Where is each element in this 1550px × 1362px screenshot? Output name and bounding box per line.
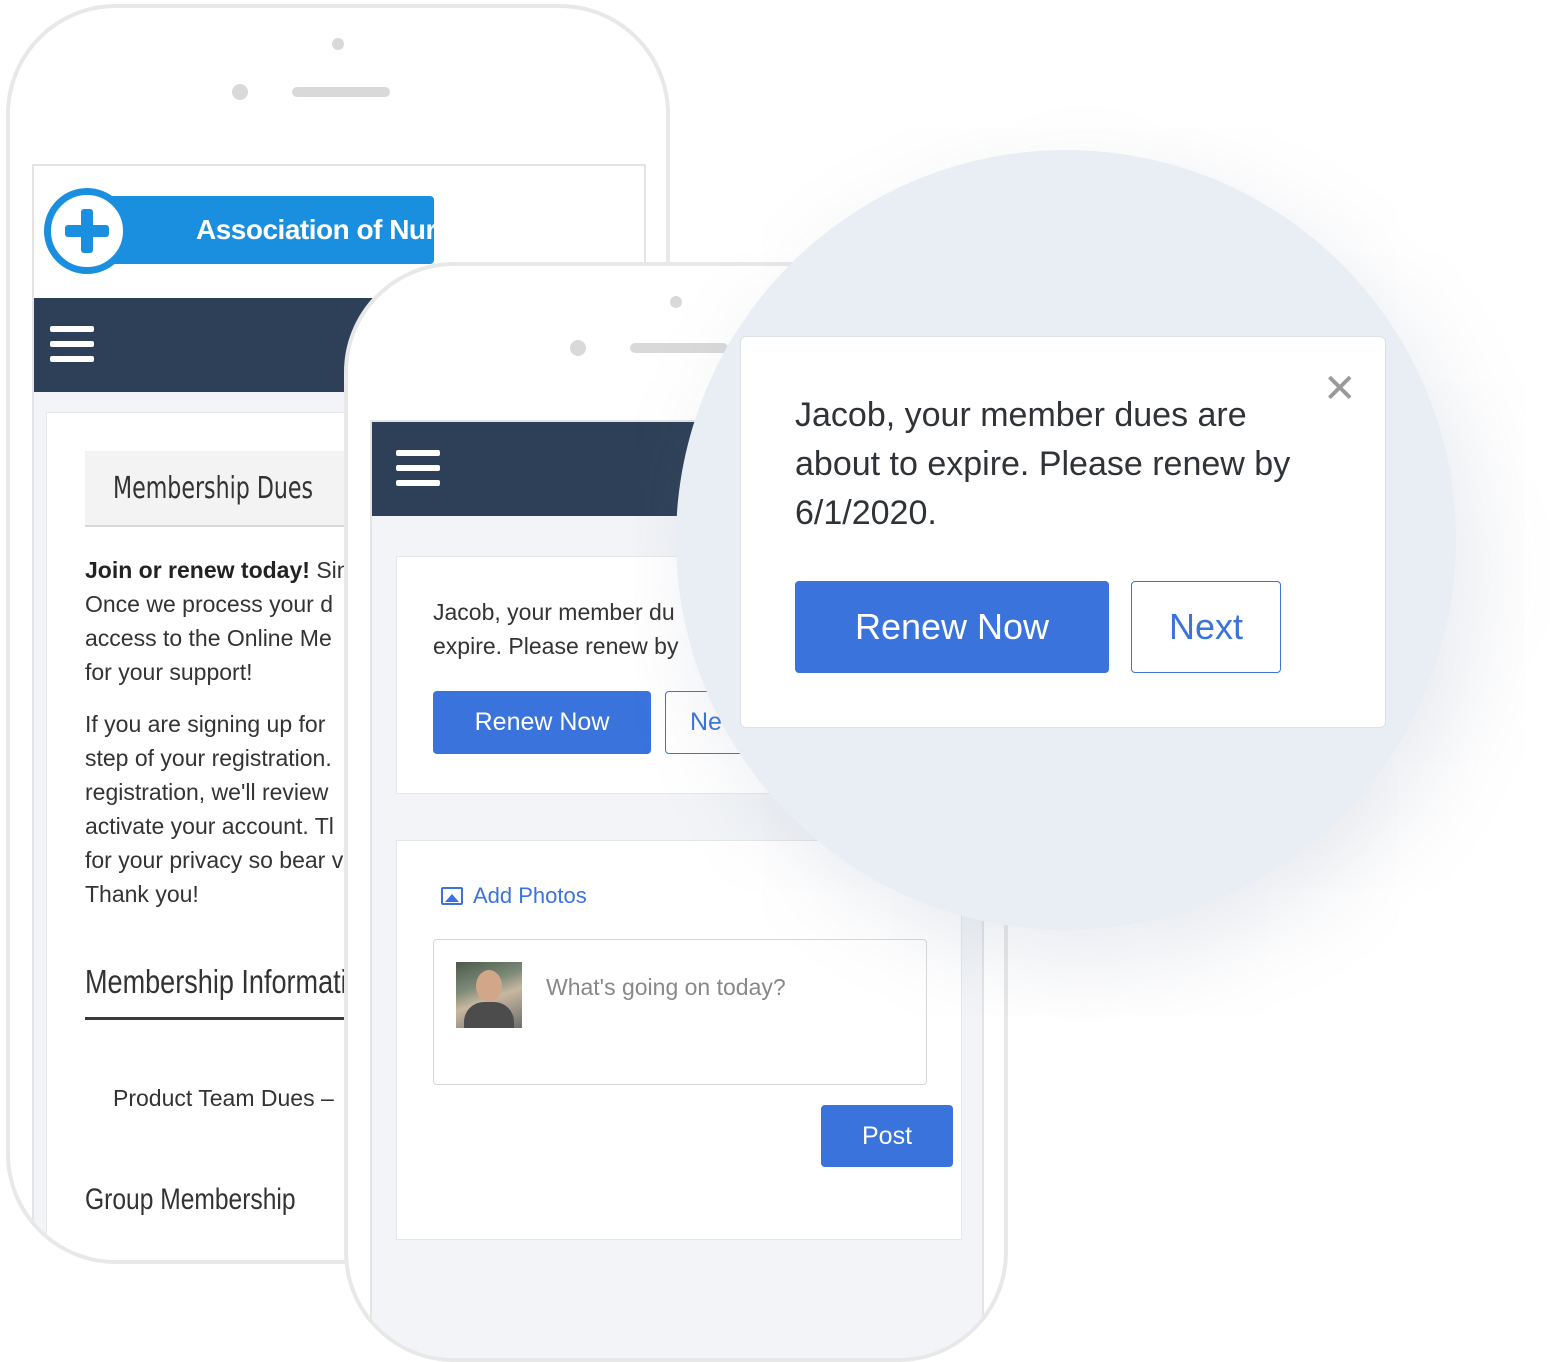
message-line: Jacob, your member du <box>433 599 675 625</box>
logo[interactable]: Association of Nurses <box>88 196 482 264</box>
heading-rule <box>85 1017 375 1020</box>
dues-reminder-popup: Jacob, your member dues are about to exp… <box>740 336 1386 728</box>
intro-line: access to the Online Me <box>85 625 332 651</box>
speaker-bar <box>292 87 390 97</box>
message-line: expire. Please renew by <box>433 633 679 659</box>
speaker-bar <box>630 343 728 353</box>
registration-paragraph: If you are signing up for step of your r… <box>85 707 343 911</box>
para-line: registration, we'll review <box>85 779 329 805</box>
logo-text: Association of Nurses <box>196 214 482 245</box>
group-membership-heading: Group Membership <box>85 1183 296 1216</box>
image-icon <box>441 887 463 905</box>
hamburger-icon[interactable] <box>50 326 94 371</box>
popup-message: Jacob, your member dues are about to exp… <box>795 396 1291 532</box>
post-composer-card: Add Photos What's going on today? Post <box>396 840 962 1240</box>
sensor-dot <box>570 340 586 356</box>
camera-dot <box>670 296 682 308</box>
add-photos-label: Add Photos <box>473 883 587 908</box>
para-line: step of your registration. <box>85 745 332 771</box>
close-icon[interactable]: ✕ <box>1323 369 1357 409</box>
intro-bold: Join or renew today! <box>85 557 310 583</box>
tab-label: Membership Dues <box>113 471 314 506</box>
intro-line: Once we process your d <box>85 591 334 617</box>
add-photos-link[interactable]: Add Photos <box>441 883 587 909</box>
dues-reminder-text: Jacob, your member du expire. Please ren… <box>433 595 678 663</box>
para-line: If you are signing up for <box>85 711 326 737</box>
intro-line: for your support! <box>85 659 253 685</box>
post-input[interactable]: What's going on today? <box>433 939 927 1085</box>
renew-now-button[interactable]: Renew Now <box>795 581 1109 673</box>
next-button[interactable]: Next <box>1131 581 1281 673</box>
plus-cross-icon <box>44 188 130 274</box>
avatar <box>456 962 522 1028</box>
hamburger-icon[interactable] <box>396 450 440 495</box>
para-line: Thank you! <box>85 881 199 907</box>
intro-paragraph: Join or renew today! Sin Once we process… <box>85 553 350 689</box>
tab-membership-dues[interactable]: Membership Dues <box>85 451 375 527</box>
post-placeholder: What's going on today? <box>546 974 786 1000</box>
renew-now-button[interactable]: Renew Now <box>433 691 651 754</box>
para-line: activate your account. Tl <box>85 813 334 839</box>
sensor-dot <box>232 84 248 100</box>
post-button[interactable]: Post <box>821 1105 953 1167</box>
camera-dot <box>332 38 344 50</box>
membership-info-heading: Membership Information <box>85 963 377 1000</box>
para-line: for your privacy so bear v <box>85 847 344 873</box>
product-team-dues-item[interactable]: Product Team Dues – <box>113 1085 334 1112</box>
